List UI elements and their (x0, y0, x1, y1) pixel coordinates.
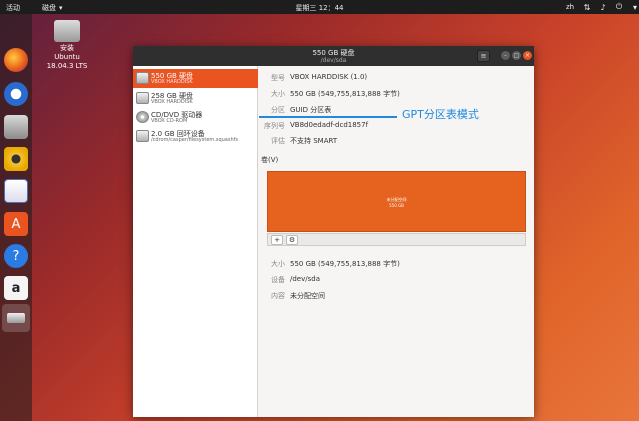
drive-list: 550 GB 硬盘 VBOX HARDDISK 258 GB 硬盘 VBOX H… (133, 66, 258, 417)
drive-item-550gb[interactable]: 550 GB 硬盘 VBOX HARDDISK (133, 69, 258, 88)
annotation-underline (259, 116, 397, 118)
volume-size-label: 大小 (271, 260, 285, 268)
title-bar[interactable]: 550 GB 硬盘 /dev/sda ≡ – □ × (133, 46, 534, 66)
segment-size: 550 GB (389, 203, 404, 208)
installer-icon (54, 20, 80, 42)
maximize-button[interactable]: □ (512, 51, 521, 60)
add-partition-button[interactable]: + (271, 235, 283, 245)
minimize-button[interactable]: – (501, 51, 510, 60)
disks-icon[interactable] (2, 304, 30, 332)
amazon-icon[interactable]: a (4, 276, 28, 300)
drive-item-258gb[interactable]: 258 GB 硬盘 VBOX HARDDISK (133, 89, 258, 108)
model-value: VBOX HARDDISK (1.0) (290, 73, 368, 81)
desktop-icon-label: 安装 (60, 44, 74, 52)
serial-row: 序列号 VB8d0edadf-dcd1857f (259, 121, 534, 131)
more-actions-button[interactable]: ⚙ (286, 235, 298, 245)
drive-item-cdrom[interactable]: CD/DVD 驱动器 VBOX CD-ROM (133, 108, 258, 127)
thunderbird-icon[interactable] (4, 82, 28, 106)
assessment-value: 不支持 SMART (290, 137, 338, 145)
volume-device-row: 设备 /dev/sda (259, 275, 534, 285)
partitioning-label: 分区 (271, 106, 285, 114)
close-button[interactable]: × (523, 51, 532, 60)
power-icon: ⏻ (615, 2, 623, 11)
serial-label: 序列号 (264, 122, 285, 130)
size-row: 大小 550 GB (549,755,813,888 字节) (259, 89, 534, 99)
volume-contents-row: 内容 未分配空间 (259, 291, 534, 301)
drive-details: 型号 VBOX HARDDISK (1.0) 大小 550 GB (549,75… (259, 66, 534, 417)
disks-window: 550 GB 硬盘 /dev/sda ≡ – □ × 550 GB 硬盘 VBO… (133, 46, 534, 417)
volumes-heading: 卷(V) (261, 156, 279, 164)
clock[interactable]: 星期三 12：44 (0, 3, 639, 13)
drive-menu-button[interactable]: ≡ (477, 50, 490, 62)
volume-device-label: 设备 (271, 276, 285, 284)
volume-contents-label: 内容 (271, 292, 285, 300)
volume-size-value: 550 GB (549,755,813,888 字节) (290, 260, 400, 268)
optical-disc-icon (136, 111, 149, 123)
volume-device-value: /dev/sda (290, 275, 320, 283)
system-tray[interactable]: ⇅ ♪ ⏻ ▾ (582, 2, 639, 12)
volume-size-row: 大小 550 GB (549,755,813,888 字节) (259, 259, 534, 269)
assessment-label: 评估 (271, 137, 285, 145)
model-label: 型号 (271, 74, 285, 82)
volume-free-space-segment[interactable]: 未分配空间 550 GB (267, 171, 526, 232)
hard-disk-icon (136, 72, 149, 84)
assessment-row: 评估 不支持 SMART (259, 136, 534, 146)
annotation-label: GPT分区表模式 (402, 108, 479, 121)
rhythmbox-icon[interactable] (4, 147, 28, 171)
writer-icon[interactable] (4, 179, 28, 203)
size-value: 550 GB (549,755,813,888 字节) (290, 90, 400, 98)
help-icon[interactable]: ? (4, 244, 28, 268)
volume-contents-value: 未分配空间 (290, 292, 325, 300)
input-language-indicator[interactable]: zh (566, 3, 574, 11)
drive-model: VBOX HARDDISK (151, 99, 193, 105)
install-ubuntu-desktop-icon[interactable]: 安装 Ubuntu 18.04.3 LTS (44, 20, 90, 71)
partitioning-row: 分区 GUID 分区表 (259, 105, 534, 115)
volume-icon: ♪ (600, 2, 606, 12)
dock: A ? a (0, 14, 32, 421)
window-subtitle: /dev/sda (320, 57, 347, 64)
top-bar: 活动 磁盘 ▾ 星期三 12：44 zh ⇅ ♪ ⏻ ▾ (0, 0, 639, 14)
hard-disk-icon (136, 92, 149, 104)
serial-value: VB8d0edadf-dcd1857f (290, 121, 369, 129)
firefox-icon[interactable] (4, 48, 28, 72)
size-label: 大小 (271, 90, 285, 98)
partitioning-value: GUID 分区表 (290, 106, 332, 114)
chevron-down-icon: ▾ (632, 2, 637, 12)
model-row: 型号 VBOX HARDDISK (1.0) (259, 73, 534, 83)
drive-path: /cdrom/casper/filesystem.squashfs (151, 137, 239, 143)
software-icon[interactable]: A (4, 212, 28, 236)
network-icon: ⇅ (583, 2, 591, 12)
drive-item-loop[interactable]: 2.0 GB 回环设备 /cdrom/casper/filesystem.squ… (133, 127, 258, 146)
loop-device-icon (136, 130, 149, 142)
desktop-icon-label: Ubuntu (54, 53, 80, 61)
drive-model: VBOX CD-ROM (151, 118, 188, 124)
drive-model: VBOX HARDDISK (151, 79, 193, 85)
desktop-icon-label: 18.04.3 LTS (46, 62, 88, 70)
files-icon[interactable] (4, 115, 28, 139)
volume-toolbar: + ⚙ (267, 233, 526, 246)
